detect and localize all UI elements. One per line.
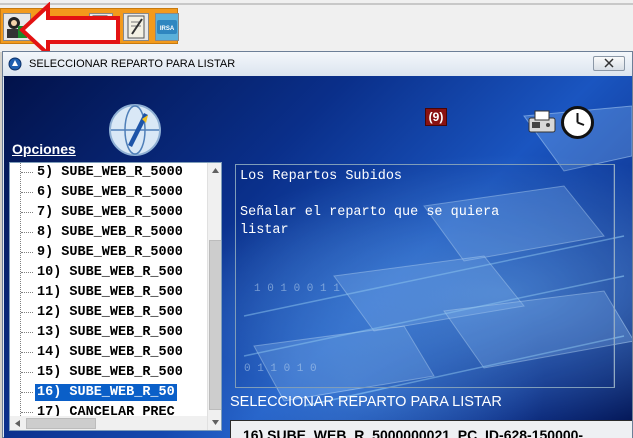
list-item-label: 12) SUBE_WEB_R_500 xyxy=(37,305,183,320)
list-item[interactable]: 10) SUBE_WEB_R_500 xyxy=(10,263,206,282)
tree-tick xyxy=(21,312,33,313)
scroll-up-icon xyxy=(212,168,219,173)
list-item[interactable]: 11) SUBE_WEB_R_500 xyxy=(10,283,206,302)
horizontal-scroll-thumb[interactable] xyxy=(26,418,96,429)
red-arrow-annotation xyxy=(19,2,120,58)
select-reparto-window: SELECCIONAR REPARTO PARA LISTAR 1 0 1 0 … xyxy=(2,51,633,438)
list-item-label: 8) SUBE_WEB_R_5000 xyxy=(37,225,183,240)
message-line-1: Los Repartos Subidos xyxy=(240,169,403,184)
reparto-tree-list[interactable]: 5) SUBE_WEB_R_5000 6) SUBE_WEB_R_5000 7) S… xyxy=(9,162,222,431)
window-client-area: 1 0 1 0 0 1 1 0 1 1 0 1 0 (9) Opciones 5… xyxy=(4,76,632,438)
horizontal-scrollbar[interactable] xyxy=(10,416,207,431)
tree-tick xyxy=(21,292,33,293)
tree-tick xyxy=(21,332,33,333)
list-item[interactable]: 13) SUBE_WEB_R_500 xyxy=(10,323,206,342)
tree-tick xyxy=(21,232,33,233)
list-item[interactable]: 8) SUBE_WEB_R_5000 xyxy=(10,223,206,242)
tree-tick xyxy=(21,172,33,173)
list-item-label: 15) SUBE_WEB_R_500 xyxy=(37,365,183,380)
window-title: SELECCIONAR REPARTO PARA LISTAR xyxy=(29,58,236,70)
selected-reparto-value: 16) SUBE_WEB_R_5000000021_PC_ID-628-1500… xyxy=(243,427,584,438)
tree-tick xyxy=(21,252,33,253)
scroll-down-icon xyxy=(212,420,219,425)
list-item[interactable]: 15) SUBE_WEB_R_500 xyxy=(10,363,206,382)
irsa-icon-label: IRSA xyxy=(160,26,175,32)
window-titlebar: SELECCIONAR REPARTO PARA LISTAR xyxy=(3,52,632,77)
list-item[interactable]: 9) SUBE_WEB_R_5000 xyxy=(10,243,206,262)
tree-tick xyxy=(21,192,33,193)
scroll-down-button[interactable] xyxy=(208,415,221,430)
list-item[interactable]: 5) SUBE_WEB_R_5000 xyxy=(10,163,206,182)
list-item-label: 9) SUBE_WEB_R_5000 xyxy=(37,245,183,260)
scroll-left-icon[interactable] xyxy=(10,416,25,431)
message-panel: Los Repartos Subidos Señalar el reparto … xyxy=(235,164,615,388)
app-icon xyxy=(8,57,22,71)
irsa-icon[interactable]: IRSA xyxy=(155,13,179,41)
message-line-3: listar xyxy=(240,223,289,238)
selected-reparto-field[interactable]: 16) SUBE_WEB_R_5000000021_PC_ID-628-1500… xyxy=(230,420,632,438)
tree-tick xyxy=(21,212,33,213)
list-item[interactable]: 14) SUBE_WEB_R_500 xyxy=(10,343,206,362)
close-icon xyxy=(604,58,614,68)
tree-tick xyxy=(21,372,33,373)
tree-tick xyxy=(21,352,33,353)
list-rows: 5) SUBE_WEB_R_5000 6) SUBE_WEB_R_5000 7) S… xyxy=(10,163,206,430)
tree-tick xyxy=(21,392,33,393)
list-item-label: 5) SUBE_WEB_R_5000 xyxy=(37,165,183,180)
list-item-label: 6) SUBE_WEB_R_5000 xyxy=(37,185,183,200)
opciones-label: Opciones xyxy=(12,141,76,157)
list-item-label: 11) SUBE_WEB_R_500 xyxy=(37,285,183,300)
globe-logo-icon xyxy=(109,104,161,156)
tree-tick xyxy=(21,272,33,273)
list-item-label: 7) SUBE_WEB_R_5000 xyxy=(37,205,183,220)
list-item[interactable]: 16) SUBE_WEB_R_50 xyxy=(10,383,206,402)
close-button[interactable] xyxy=(593,56,625,71)
message-scroll-track xyxy=(613,165,615,387)
count-badge: (9) xyxy=(425,108,447,126)
scroll-up-button[interactable] xyxy=(208,163,221,178)
list-item[interactable]: 7) SUBE_WEB_R_5000 xyxy=(10,203,206,222)
list-item[interactable]: 12) SUBE_WEB_R_500 xyxy=(10,303,206,322)
bottom-caption: SELECCIONAR REPARTO PARA LISTAR xyxy=(230,394,502,410)
message-line-2: Señalar el reparto que se quiera xyxy=(240,205,500,220)
fax-icon[interactable] xyxy=(526,108,558,136)
list-item-label: 10) SUBE_WEB_R_500 xyxy=(37,265,183,280)
list-item[interactable]: 6) SUBE_WEB_R_5000 xyxy=(10,183,206,202)
list-item-label: 14) SUBE_WEB_R_500 xyxy=(37,345,183,360)
vertical-scroll-thumb[interactable] xyxy=(209,240,221,410)
list-item-label: 16) SUBE_WEB_R_50 xyxy=(35,384,177,401)
tree-tick xyxy=(21,412,33,413)
list-item-label: 13) SUBE_WEB_R_500 xyxy=(37,325,183,340)
clock-icon[interactable] xyxy=(561,106,594,139)
vertical-scrollbar[interactable] xyxy=(207,163,221,430)
